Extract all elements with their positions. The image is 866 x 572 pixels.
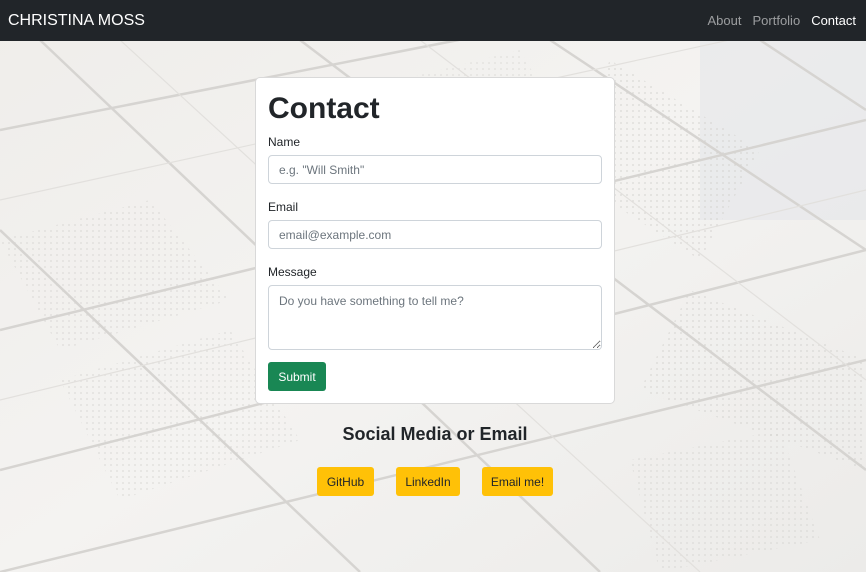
brand-link[interactable]: CHRISTINA MOSS xyxy=(8,11,145,31)
nav-link-portfolio[interactable]: Portfolio xyxy=(752,12,800,29)
page-title: Contact xyxy=(268,92,380,125)
message-textarea[interactable] xyxy=(268,285,602,350)
nav-links: About Portfolio Contact xyxy=(708,12,857,29)
submit-button[interactable]: Submit xyxy=(268,362,326,391)
name-label: Name xyxy=(268,135,301,149)
contact-card: Contact Name Email Message Submit xyxy=(255,77,615,404)
linkedin-button[interactable]: LinkedIn xyxy=(396,467,460,496)
email-input[interactable] xyxy=(268,220,602,249)
email-label: Email xyxy=(268,200,299,214)
message-label: Message xyxy=(268,265,317,279)
nav-link-about[interactable]: About xyxy=(708,12,742,29)
social-heading: Social Media or Email xyxy=(342,424,528,444)
name-input[interactable] xyxy=(268,155,602,184)
nav-link-contact[interactable]: Contact xyxy=(811,12,856,29)
navbar: CHRISTINA MOSS About Portfolio Contact xyxy=(0,0,866,41)
email-me-button[interactable]: Email me! xyxy=(482,467,553,496)
github-button[interactable]: GitHub xyxy=(317,467,374,496)
